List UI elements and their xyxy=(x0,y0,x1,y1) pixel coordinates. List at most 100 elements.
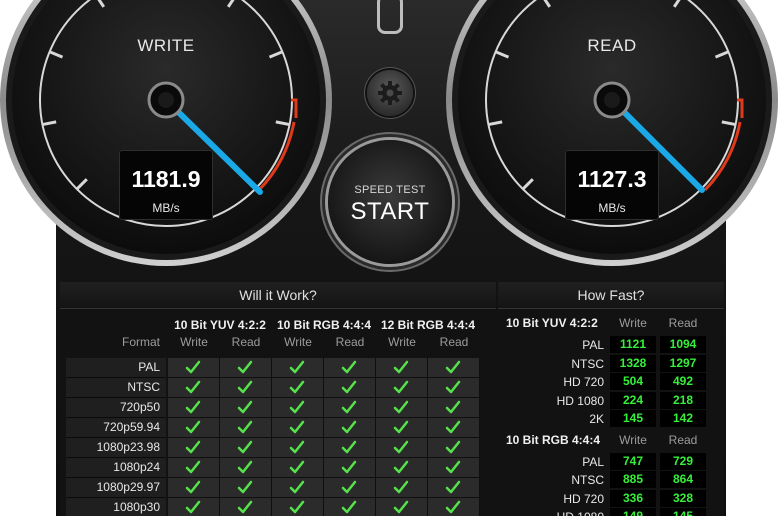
wiw-group-header: 10 Bit YUV 4:2:2 xyxy=(174,318,266,332)
compatibility-cell xyxy=(168,378,220,398)
check-icon xyxy=(237,380,253,394)
how-fast-write-value: 145 xyxy=(610,410,656,427)
how-fast-format-label: 2K xyxy=(589,412,604,426)
compatibility-cell xyxy=(324,418,376,438)
check-icon xyxy=(341,380,357,394)
how-fast-read-value: 328 xyxy=(660,489,706,507)
compatibility-cell xyxy=(428,458,480,478)
check-icon xyxy=(393,360,409,374)
wiw-read-header: Read xyxy=(439,335,469,349)
gear-icon xyxy=(378,81,402,105)
write-speed-unit: MB/s xyxy=(152,201,180,215)
write-title: WRITE xyxy=(137,36,195,55)
compatibility-cell xyxy=(272,438,324,458)
read-speed-unit: MB/s xyxy=(598,201,626,215)
compatibility-row xyxy=(168,458,480,478)
wiw-write-header: Write xyxy=(388,335,416,349)
check-icon xyxy=(237,440,253,454)
how-fast-read-value: 1094 xyxy=(660,336,706,353)
how-fast-write-value: 1328 xyxy=(610,354,656,372)
how-fast-group-header: 10 Bit YUV 4:2:2 xyxy=(506,316,598,330)
how-fast-write-value: 336 xyxy=(610,489,656,507)
check-icon xyxy=(393,400,409,414)
how-fast-write-header: Write xyxy=(619,432,647,447)
check-icon xyxy=(445,480,461,494)
how-fast-write-value: 885 xyxy=(610,471,656,488)
compatibility-cell xyxy=(428,398,480,418)
wiw-read-header: Read xyxy=(335,335,365,349)
check-icon xyxy=(289,500,305,514)
check-icon xyxy=(185,420,201,434)
compatibility-cell xyxy=(272,478,324,498)
format-label: 1080p23.98 xyxy=(66,438,166,458)
compatibility-cell xyxy=(168,418,220,438)
check-icon xyxy=(445,500,461,514)
how-fast-read-value: 492 xyxy=(660,373,706,390)
compatibility-cell xyxy=(168,458,220,478)
compatibility-row xyxy=(168,498,480,516)
compatibility-cell xyxy=(324,458,376,478)
compatibility-cell xyxy=(428,478,480,498)
format-column-header: Format xyxy=(121,335,160,349)
check-icon xyxy=(289,420,305,434)
how-fast-format-label: HD 720 xyxy=(563,491,604,506)
wiw-read-header: Read xyxy=(231,335,261,349)
format-label: 720p50 xyxy=(66,398,166,418)
compatibility-cell xyxy=(272,458,324,478)
check-icon xyxy=(393,420,409,434)
how-fast-write-value: 149 xyxy=(610,508,656,516)
settings-button[interactable] xyxy=(367,70,413,116)
compatibility-row xyxy=(168,398,480,418)
compatibility-cell xyxy=(428,438,480,458)
how-fast-write-header: Write xyxy=(619,316,647,330)
disk-speed-test-window: WRITE READ 1181.9 MB/s 1127.3 MB/s SPEED… xyxy=(0,0,780,516)
wiw-write-header: Write xyxy=(180,335,208,349)
results-area: Will it Work? How Fast? 10 Bit YUV 4:2:2… xyxy=(60,282,724,516)
check-icon xyxy=(289,360,305,374)
how-fast-format-label: PAL xyxy=(582,454,604,469)
write-readout: 1181.9 MB/s xyxy=(119,150,213,220)
gauge-row: WRITE READ 1181.9 MB/s 1127.3 MB/s SPEED… xyxy=(0,0,780,280)
wiw-write-header: Write xyxy=(284,335,312,349)
compatibility-grid xyxy=(168,358,480,516)
how-fast-read-value: 145 xyxy=(660,508,706,516)
compatibility-row xyxy=(168,378,480,398)
compatibility-cell xyxy=(168,438,220,458)
how-fast-write-value: 504 xyxy=(610,373,656,390)
how-fast-group-header: 10 Bit RGB 4:4:4 xyxy=(506,432,601,447)
check-icon xyxy=(393,460,409,474)
compatibility-cell xyxy=(168,358,220,378)
check-icon xyxy=(185,380,201,394)
format-label: PAL xyxy=(66,358,166,378)
how-fast-read-header: Read xyxy=(668,432,698,447)
check-icon xyxy=(341,480,357,494)
format-label: 1080p30 xyxy=(66,498,166,516)
will-it-work-title: Will it Work? xyxy=(60,282,496,309)
compatibility-cell xyxy=(376,438,428,458)
compatibility-cell xyxy=(220,498,272,516)
read-readout: 1127.3 MB/s xyxy=(565,150,659,220)
compatibility-cell xyxy=(324,378,376,398)
compatibility-cell xyxy=(220,438,272,458)
compatibility-cell xyxy=(220,458,272,478)
start-button-label: START xyxy=(350,198,430,225)
read-speed-value: 1127.3 xyxy=(577,166,647,192)
format-column: PAL NTSC 720p50 720p59.94 1080p23.98 1080p24 1… xyxy=(66,358,166,516)
compatibility-cell xyxy=(272,398,324,418)
check-icon xyxy=(445,460,461,474)
check-icon xyxy=(393,500,409,514)
how-fast-format-label: NTSC xyxy=(571,356,604,371)
how-fast-format-label: HD 1080 xyxy=(498,508,604,516)
how-fast-read-value: 142 xyxy=(660,410,706,427)
wiw-group-header: 10 Bit RGB 4:4:4 xyxy=(276,318,372,332)
check-icon xyxy=(341,500,357,514)
check-icon xyxy=(445,380,461,394)
compatibility-row xyxy=(168,418,480,438)
check-icon xyxy=(237,500,253,514)
start-button[interactable]: SPEED TEST START xyxy=(328,140,452,264)
check-icon xyxy=(341,420,357,434)
how-fast-format-label: NTSC xyxy=(571,473,604,487)
how-fast-write-value: 1121 xyxy=(610,336,656,353)
compatibility-cell xyxy=(220,478,272,498)
format-label: 1080p24 xyxy=(66,458,166,478)
